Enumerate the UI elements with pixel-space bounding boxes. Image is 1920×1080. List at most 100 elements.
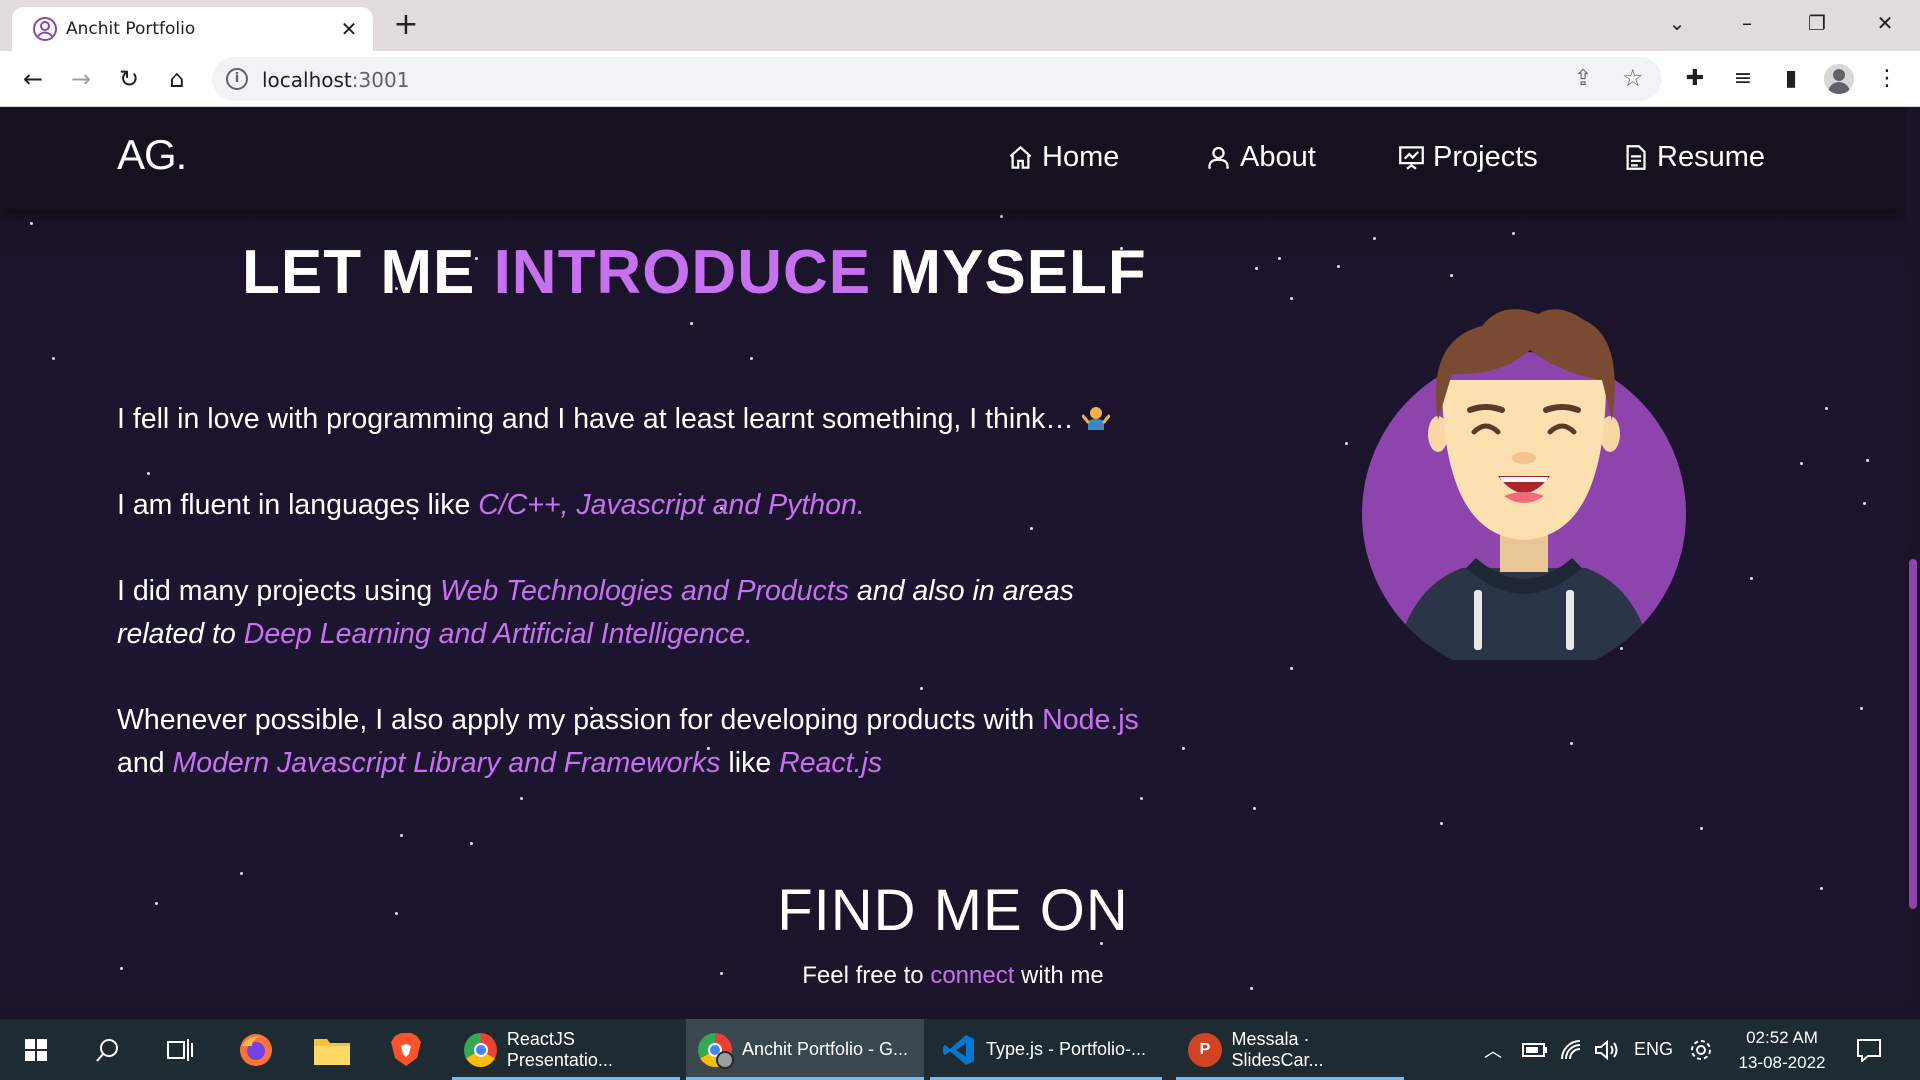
star-particle bbox=[1030, 527, 1033, 530]
star-particle bbox=[1290, 667, 1293, 670]
tab-close-icon[interactable]: ✕ bbox=[337, 17, 361, 41]
star-particle bbox=[240, 872, 243, 875]
site-logo[interactable]: AG. bbox=[117, 131, 187, 179]
bookmark-star-icon[interactable]: ☆ bbox=[1622, 64, 1644, 92]
intro-paragraph-1: I fell in love with programming and I ha… bbox=[117, 398, 1110, 441]
brave-browser-icon[interactable] bbox=[376, 1019, 436, 1080]
system-clock[interactable]: 02:52 AM 13-08-2022 bbox=[1732, 1025, 1832, 1075]
intro-heading: LET ME INTRODUCE MYSELF bbox=[242, 238, 1147, 307]
home-button-icon[interactable]: ⌂ bbox=[160, 63, 194, 95]
star-particle bbox=[1140, 797, 1143, 800]
task-view-icon[interactable] bbox=[150, 1019, 210, 1080]
notifications-icon[interactable] bbox=[1856, 1019, 1882, 1080]
intro-paragraph-2: I am fluent in languages like C/C++, Jav… bbox=[117, 489, 865, 521]
taskbar-app-chrome-portfolio[interactable]: Anchit Portfolio - G... bbox=[686, 1019, 924, 1080]
tray-overflow-chevron-icon[interactable]: ︿ bbox=[1484, 1019, 1502, 1080]
new-tab-button[interactable]: + bbox=[391, 8, 421, 42]
reload-icon[interactable]: ↻ bbox=[112, 63, 146, 95]
browser-tab-active[interactable]: Anchit Portfolio ✕ bbox=[12, 7, 373, 51]
intro-paragraph-3: I did many projects using Web Technologi… bbox=[117, 575, 1074, 650]
input-language-indicator[interactable]: ENG bbox=[1634, 1019, 1673, 1080]
restore-window-icon[interactable]: ❐ bbox=[1800, 8, 1834, 38]
nav-link-about[interactable]: About bbox=[1205, 137, 1316, 177]
find-me-subtitle: Feel free to connect with me bbox=[802, 962, 1104, 989]
star-particle bbox=[1182, 747, 1185, 750]
close-window-icon[interactable]: ✕ bbox=[1868, 8, 1902, 38]
nav-link-resume[interactable]: Resume bbox=[1622, 137, 1765, 177]
speaker-volume-icon[interactable] bbox=[1594, 1019, 1620, 1080]
site-navbar: AG. Home About Projects Resume bbox=[0, 107, 1906, 209]
star-particle bbox=[690, 322, 693, 325]
powerpoint-icon: P bbox=[1188, 1032, 1222, 1067]
connect-link[interactable]: connect bbox=[930, 962, 1014, 989]
star-particle bbox=[520, 797, 523, 800]
star-particle bbox=[1860, 707, 1863, 710]
back-arrow-icon[interactable]: ← bbox=[16, 63, 50, 95]
presentation-icon bbox=[1399, 145, 1424, 170]
star-particle bbox=[1373, 237, 1376, 240]
star-particle bbox=[1290, 297, 1293, 300]
forward-arrow-icon[interactable]: → bbox=[64, 63, 98, 95]
nav-label-home: Home bbox=[1042, 140, 1120, 173]
windows-start-icon[interactable] bbox=[6, 1019, 66, 1080]
tab-search-chevron-icon[interactable]: ⌄ bbox=[1660, 8, 1694, 38]
star-particle bbox=[1255, 267, 1258, 270]
tab-title: Anchit Portfolio bbox=[66, 19, 196, 39]
star-particle bbox=[52, 357, 55, 360]
share-icon[interactable]: ⇪ bbox=[1574, 66, 1592, 91]
clock-time: 02:52 AM bbox=[1746, 1028, 1818, 1047]
nav-link-projects[interactable]: Projects bbox=[1398, 137, 1538, 177]
star-particle bbox=[1866, 459, 1869, 462]
nav-label-about: About bbox=[1240, 140, 1316, 173]
clock-date: 13-08-2022 bbox=[1738, 1053, 1826, 1072]
media-queue-icon[interactable]: ≡ bbox=[1726, 62, 1760, 96]
chrome-profile-icon bbox=[698, 1032, 734, 1069]
file-explorer-icon[interactable] bbox=[302, 1019, 362, 1080]
star-particle bbox=[1440, 822, 1443, 825]
extensions-puzzle-icon[interactable]: ✚ bbox=[1678, 62, 1712, 96]
document-icon bbox=[1626, 144, 1646, 170]
settings-gear-icon[interactable] bbox=[1688, 1019, 1714, 1080]
taskbar-app-label: ReactJS Presentatio... bbox=[506, 1028, 613, 1070]
address-bar[interactable]: i localhost:3001 ⇪ ☆ bbox=[212, 57, 1662, 101]
star-particle bbox=[30, 222, 33, 225]
star-particle bbox=[1750, 577, 1753, 580]
home-icon bbox=[1009, 145, 1032, 169]
star-particle bbox=[1512, 232, 1515, 235]
star-particle bbox=[750, 357, 753, 360]
page-viewport: AG. Home About Projects Resume LET ME IN… bbox=[0, 107, 1920, 1019]
profile-avatar-icon[interactable] bbox=[1824, 64, 1854, 94]
vscode-icon bbox=[942, 1033, 976, 1067]
star-particle bbox=[1570, 742, 1573, 745]
taskbar-app-vscode[interactable]: Type.js - Portfolio-... bbox=[930, 1019, 1162, 1080]
nav-link-home[interactable]: Home bbox=[1007, 137, 1119, 177]
portfolio-favicon-icon bbox=[33, 17, 57, 41]
star-particle bbox=[1253, 807, 1256, 810]
chrome-icon bbox=[464, 1032, 497, 1067]
browser-menu-icon[interactable]: ⋮ bbox=[1870, 62, 1904, 96]
star-particle bbox=[470, 842, 473, 845]
side-panel-icon[interactable]: ▮ bbox=[1774, 62, 1808, 96]
site-info-icon[interactable]: i bbox=[226, 68, 248, 90]
star-particle bbox=[1863, 502, 1866, 505]
taskbar-app-chrome-reactjs[interactable]: ReactJS Presentatio... bbox=[452, 1019, 680, 1080]
user-icon bbox=[1208, 146, 1229, 169]
browser-toolbar: ← → ↻ ⌂ i localhost:3001 ⇪ ☆ bbox=[0, 51, 1920, 107]
windows-taskbar: ReactJS Presentatio... Anchit Portfolio … bbox=[0, 1019, 1920, 1080]
wifi-icon[interactable] bbox=[1560, 1019, 1584, 1080]
taskbar-app-powerpoint[interactable]: P Messala · SlidesCar... bbox=[1176, 1019, 1404, 1080]
page-scrollbar[interactable] bbox=[1906, 107, 1920, 1019]
star-particle bbox=[1278, 257, 1281, 260]
star-particle bbox=[1337, 265, 1340, 268]
firefox-icon[interactable] bbox=[226, 1019, 286, 1080]
taskbar-app-label: Anchit Portfolio - G... bbox=[742, 1039, 909, 1059]
scrollbar-thumb[interactable] bbox=[1909, 559, 1917, 909]
star-particle bbox=[920, 687, 923, 690]
profile-avatar-illustration bbox=[1362, 309, 1686, 660]
star-particle bbox=[1700, 827, 1703, 830]
search-icon[interactable] bbox=[78, 1019, 138, 1080]
minimize-window-icon[interactable]: – bbox=[1730, 8, 1764, 38]
star-particle bbox=[1450, 274, 1453, 277]
star-particle bbox=[1825, 407, 1828, 410]
battery-icon[interactable] bbox=[1522, 1019, 1548, 1080]
